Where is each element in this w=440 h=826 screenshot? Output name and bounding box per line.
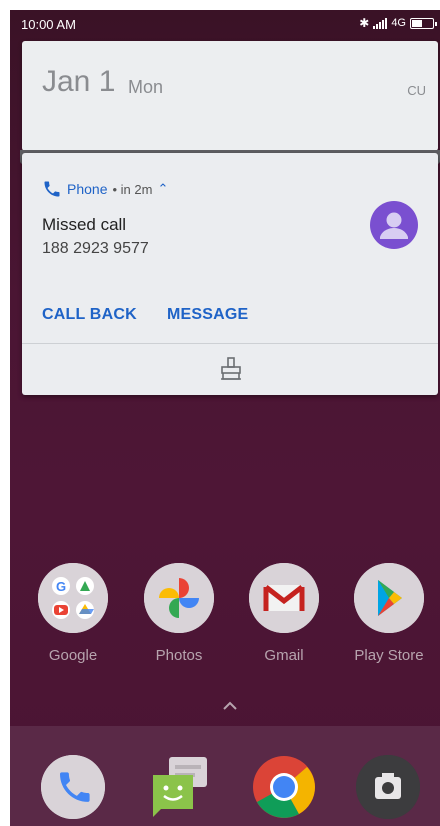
status-icons: ✱ 4G — [359, 16, 437, 30]
contact-avatar-icon — [370, 201, 418, 249]
notification-title: Missed call — [42, 215, 127, 234]
gmail-icon[interactable] — [249, 563, 319, 633]
notification-header[interactable]: Phone • in 2m ⌃ — [42, 179, 168, 199]
app-drawer-arrow-icon[interactable] — [222, 698, 238, 714]
photos-icon[interactable] — [144, 563, 214, 633]
message-button[interactable]: MESSAGE — [167, 306, 248, 324]
app-label-photos[interactable]: Photos — [129, 647, 229, 664]
home-screen: 10:00 AM ✱ 4G Jan 1 Mon CU Phone • in 2m… — [10, 10, 440, 826]
network-type: 4G — [391, 17, 406, 29]
status-bar: 10:00 AM ✱ 4G — [10, 10, 440, 38]
bluetooth-icon: ✱ — [359, 16, 370, 30]
day-text: Mon — [128, 77, 164, 97]
app-label-gmail[interactable]: Gmail — [234, 647, 334, 664]
phone-icon[interactable] — [41, 755, 105, 819]
date-text: Jan 1 — [42, 65, 116, 98]
phone-small-icon — [44, 181, 60, 197]
battery-fill — [412, 19, 423, 27]
call-back-button[interactable]: CALL BACK — [42, 306, 137, 324]
camera-icon[interactable] — [356, 755, 420, 819]
notification-app-name: Phone — [67, 181, 108, 197]
chevron-up-icon[interactable]: ⌃ — [157, 181, 168, 197]
battery-icon — [410, 17, 437, 29]
chrome-icon[interactable] — [252, 755, 316, 819]
date-card[interactable]: Jan 1 Mon CU — [22, 41, 438, 151]
missed-call-notification[interactable]: Phone • in 2m ⌃ Missed call 188 2923 957… — [22, 153, 438, 395]
google-folder-icon[interactable]: G — [38, 563, 108, 633]
messages-icon[interactable] — [147, 755, 211, 819]
clear-all-icon[interactable] — [218, 356, 244, 382]
app-label-google[interactable]: Google — [23, 647, 123, 664]
caller-number: 188 2923 9577 — [42, 240, 149, 257]
play-store-icon[interactable] — [354, 563, 424, 633]
notification-divider — [22, 343, 438, 344]
svg-text:G: G — [56, 579, 66, 594]
signal-icon — [373, 17, 388, 29]
notification-time: • in 2m — [112, 181, 153, 197]
carrier-text: CU — [407, 83, 426, 98]
app-label-play-store[interactable]: Play Store — [339, 647, 439, 664]
status-time: 10:00 AM — [21, 17, 76, 32]
